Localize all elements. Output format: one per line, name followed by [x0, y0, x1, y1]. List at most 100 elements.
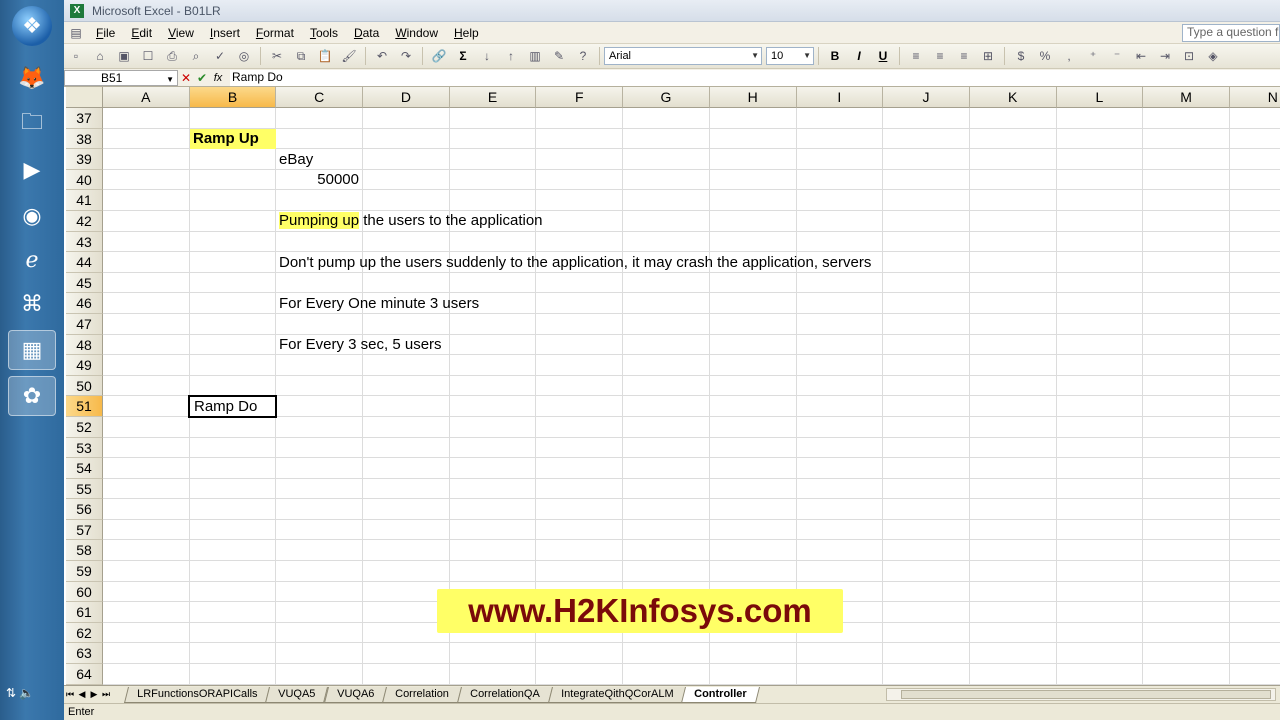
select-all-corner[interactable]: [66, 87, 103, 108]
grid-cell[interactable]: [709, 293, 797, 314]
grid-cell[interactable]: [796, 416, 884, 438]
grid-cell[interactable]: [883, 499, 970, 520]
grid-cell[interactable]: [883, 519, 970, 541]
sheet-tab[interactable]: VUQA6: [323, 686, 388, 703]
column-header[interactable]: E: [449, 87, 537, 108]
grid-cell[interactable]: [796, 293, 884, 314]
grid-cell[interactable]: [1056, 458, 1144, 479]
grid-cell[interactable]: [709, 334, 797, 356]
grid-cell[interactable]: [796, 396, 884, 417]
grid-cell[interactable]: [103, 416, 190, 438]
grid-cell[interactable]: [883, 375, 970, 397]
grid-cell[interactable]: [536, 108, 624, 129]
font-name-select[interactable]: Arial ▼: [604, 47, 762, 65]
permission-icon[interactable]: ☐: [138, 46, 158, 66]
name-box[interactable]: B51 ▼: [64, 69, 178, 86]
sort-descending-icon[interactable]: ↑: [501, 46, 521, 66]
column-header[interactable]: J: [883, 87, 970, 108]
grid-cell[interactable]: [1056, 108, 1144, 129]
grid-cell[interactable]: [883, 169, 970, 191]
grid-cell[interactable]: [796, 128, 884, 150]
row-header[interactable]: 53: [66, 437, 103, 459]
grid-cell[interactable]: [1056, 499, 1144, 520]
grid-cell[interactable]: [969, 313, 1057, 335]
grid-cell[interactable]: [623, 519, 710, 541]
grid-cell[interactable]: [276, 231, 364, 253]
hyperlink-icon[interactable]: 🔗: [429, 46, 449, 66]
grid-cell[interactable]: [1056, 581, 1144, 603]
row-header[interactable]: 50: [66, 375, 103, 397]
grid-cell[interactable]: [536, 149, 624, 170]
grid-cell[interactable]: [969, 458, 1057, 479]
grid-cell[interactable]: [623, 210, 710, 232]
grid-cell[interactable]: [969, 210, 1057, 232]
grid-cell[interactable]: [363, 540, 450, 562]
sheet-tab[interactable]: Correlation: [382, 686, 462, 703]
grid-cell[interactable]: [276, 355, 364, 376]
grid-cell[interactable]: [1143, 231, 1230, 253]
grid-cell[interactable]: [969, 293, 1057, 314]
grid-cell[interactable]: [1143, 478, 1230, 500]
grid-cell[interactable]: [103, 458, 190, 479]
grid-cell[interactable]: [1056, 252, 1144, 273]
grid-cell[interactable]: [1143, 313, 1230, 335]
format-painter-icon[interactable]: 🖌: [339, 46, 359, 66]
grid-cell[interactable]: [449, 643, 537, 665]
grid-cell[interactable]: [1143, 396, 1230, 417]
grid-cell[interactable]: [189, 375, 277, 397]
grid-cell[interactable]: [189, 643, 277, 665]
grid-cell[interactable]: [1229, 149, 1280, 170]
grid-cell[interactable]: [536, 210, 624, 232]
grid-cell[interactable]: [709, 478, 797, 500]
grid-cell[interactable]: [536, 231, 624, 253]
grid-cell[interactable]: [883, 293, 970, 314]
grid-cell[interactable]: [883, 416, 970, 438]
grid-cell[interactable]: [1229, 293, 1280, 314]
grid-cell[interactable]: [969, 602, 1057, 623]
grid-cell[interactable]: [969, 561, 1057, 582]
column-header[interactable]: D: [363, 87, 450, 108]
grid-cell[interactable]: [536, 355, 624, 376]
last-sheet-icon[interactable]: ⏭: [100, 689, 112, 700]
row-header[interactable]: 40: [66, 169, 103, 191]
grid-cell[interactable]: [623, 540, 710, 562]
help-icon[interactable]: ?: [573, 46, 593, 66]
grid-cell[interactable]: [189, 602, 277, 623]
spelling-icon[interactable]: ✓: [210, 46, 230, 66]
grid-cell[interactable]: [1143, 293, 1230, 314]
grid-cell[interactable]: [623, 128, 710, 150]
grid-cell[interactable]: [1229, 479, 1280, 500]
sheet-tab[interactable]: IntegrateQithQCorALM: [547, 686, 687, 703]
grid-cell[interactable]: [969, 622, 1057, 644]
grid-cell[interactable]: [1229, 458, 1280, 479]
grid-cell[interactable]: [1056, 128, 1144, 150]
row-header[interactable]: 39: [66, 149, 103, 170]
row-header[interactable]: 46: [66, 293, 103, 314]
grid-cell[interactable]: [1229, 623, 1280, 644]
grid-cell[interactable]: [969, 540, 1057, 562]
cell-c39[interactable]: eBay: [276, 150, 313, 170]
grid-cell[interactable]: [449, 272, 537, 294]
row-header[interactable]: 54: [66, 458, 103, 479]
grid-cell[interactable]: [363, 272, 450, 294]
grid-cell[interactable]: [276, 499, 364, 520]
row-header[interactable]: 51: [66, 396, 103, 417]
grid-cell[interactable]: [883, 272, 970, 294]
grid-cell[interactable]: [536, 128, 624, 150]
row-header[interactable]: 61: [66, 602, 103, 623]
grid-cell[interactable]: [276, 519, 364, 541]
row-header[interactable]: 47: [66, 313, 103, 335]
grid-cell[interactable]: [1143, 334, 1230, 356]
grid-cell[interactable]: [1056, 519, 1144, 541]
grid-cell[interactable]: [103, 108, 190, 129]
grid-cell[interactable]: [623, 149, 710, 170]
grid-cell[interactable]: [103, 664, 190, 685]
grid-cell[interactable]: [449, 149, 537, 170]
menu-data[interactable]: Data: [346, 26, 387, 40]
row-header[interactable]: 37: [66, 108, 103, 129]
grid-cell[interactable]: [796, 108, 884, 129]
column-header[interactable]: K: [969, 87, 1057, 108]
grid-cell[interactable]: [969, 664, 1057, 685]
grid-cell[interactable]: [623, 664, 710, 685]
grid-cell[interactable]: [796, 478, 884, 500]
